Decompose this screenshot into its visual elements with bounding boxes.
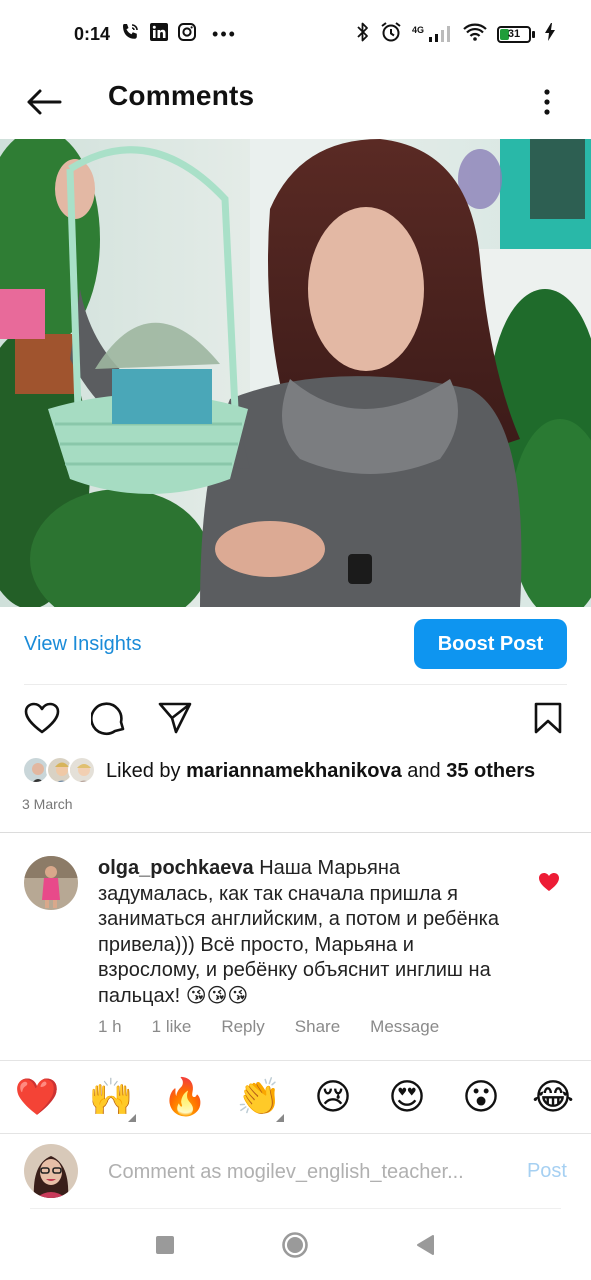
bluetooth-icon (356, 22, 370, 47)
paper-plane-icon (158, 702, 192, 734)
battery-icon: 31 (497, 25, 535, 43)
arrow-left-icon (27, 89, 62, 115)
post-actions (0, 690, 591, 748)
status-bar: 0:14 ••• 4G 31 (0, 0, 591, 68)
bookmark-icon (534, 702, 562, 734)
boost-post-button[interactable]: Boost Post (414, 619, 567, 669)
reaction-fire-button[interactable]: 🔥 (160, 1070, 210, 1124)
status-right: 4G 31 (356, 21, 555, 48)
share-comment-button[interactable]: Share (295, 1017, 340, 1037)
more-options-button[interactable] (529, 80, 565, 124)
alarm-icon (380, 21, 402, 48)
vertical-dots-icon (544, 89, 550, 115)
reaction-heart-button[interactable]: ❤️ (12, 1070, 62, 1124)
comment-composer: Post (0, 1140, 591, 1206)
comment-like-button[interactable] (538, 872, 560, 892)
liked-by-prefix: Liked by (106, 759, 187, 782)
app-header: Comments (0, 68, 591, 140)
view-insights-link[interactable]: View Insights (24, 633, 141, 656)
reaction-surprised-button[interactable]: 😮 (456, 1070, 506, 1124)
save-button[interactable] (528, 698, 568, 738)
comment-input[interactable] (108, 1154, 508, 1190)
home-button[interactable] (280, 1230, 310, 1260)
more-notifications-icon: ••• (212, 23, 237, 44)
divider (0, 1060, 591, 1061)
divider (24, 684, 567, 685)
liked-by-and: and (401, 759, 447, 782)
reaction-crying-button[interactable]: 😢 (308, 1070, 358, 1124)
reaction-heart-eyes-button[interactable]: 😍 (382, 1070, 432, 1124)
reaction-emoji: 🙌 (88, 1077, 134, 1118)
divider (0, 832, 591, 833)
reaction-clapping-button[interactable]: 👏 (234, 1070, 284, 1124)
network-type-label: 4G (411, 25, 424, 35)
likes-summary[interactable]: Liked by mariannamekhanikova and 35 othe… (22, 754, 535, 788)
quick-reactions-bar: ❤️ 🙌 🔥 👏 😢 😍 😮 😂 (0, 1066, 591, 1130)
liked-by-others[interactable]: 35 others (446, 760, 535, 782)
post-date: 3 March (22, 796, 73, 812)
liker-avatars (22, 756, 100, 786)
likes-text: Liked by mariannamekhanikova and 35 othe… (106, 760, 535, 783)
status-left: 0:14 ••• (74, 22, 237, 47)
system-nav-bar (0, 1212, 591, 1280)
comment-button[interactable] (89, 698, 129, 738)
skin-tone-indicator (276, 1114, 284, 1122)
wifi-call-icon (120, 22, 140, 47)
liked-by-username[interactable]: mariannamekhanikova (186, 760, 402, 782)
like-button[interactable] (22, 698, 62, 738)
my-avatar (24, 1144, 78, 1198)
comment-meta: 1 h 1 like Reply Share Message (98, 1017, 469, 1037)
wifi-icon (463, 23, 487, 46)
skin-tone-indicator (128, 1114, 136, 1122)
instagram-icon (178, 22, 197, 46)
charging-icon (545, 22, 555, 46)
post-image (0, 139, 591, 607)
status-time: 0:14 (74, 23, 111, 44)
message-button[interactable]: Message (370, 1017, 439, 1037)
reaction-emoji: 👏 (236, 1077, 282, 1118)
battery-level: 31 (507, 28, 521, 40)
comment-body: olga_pochkaeva Наша Марьяна задумалась, … (98, 856, 518, 1009)
cellular-signal-icon: 4G (412, 25, 453, 43)
recents-button[interactable] (150, 1230, 180, 1260)
comment-likes-count[interactable]: 1 like (152, 1017, 192, 1037)
reaction-raised-hands-button[interactable]: 🙌 (86, 1070, 136, 1124)
avatar (68, 756, 96, 784)
triangle-back-icon (417, 1235, 434, 1255)
heart-icon (24, 702, 60, 734)
back-nav-button[interactable] (410, 1230, 440, 1260)
page-title: Comments (108, 80, 255, 111)
comment-username[interactable]: olga_pochkaeva (98, 857, 254, 879)
divider (0, 1133, 591, 1134)
comment-bubble-icon (91, 702, 125, 736)
reply-button[interactable]: Reply (221, 1017, 264, 1037)
insights-row: View Insights Boost Post (0, 607, 591, 685)
comment-text: Наша Марьяна задумалась, как так сначала… (98, 857, 499, 1007)
commenter-avatar[interactable] (24, 856, 78, 910)
circle-icon (282, 1232, 308, 1258)
linkedin-icon (150, 22, 169, 46)
divider (30, 1208, 561, 1209)
back-button[interactable] (22, 80, 66, 124)
comment-time: 1 h (98, 1017, 122, 1036)
reaction-laughing-button[interactable]: 😂 (528, 1070, 578, 1124)
heart-filled-icon (539, 873, 559, 891)
square-icon (156, 1236, 174, 1254)
share-button[interactable] (155, 698, 195, 738)
post-comment-button[interactable]: Post (527, 1160, 567, 1183)
